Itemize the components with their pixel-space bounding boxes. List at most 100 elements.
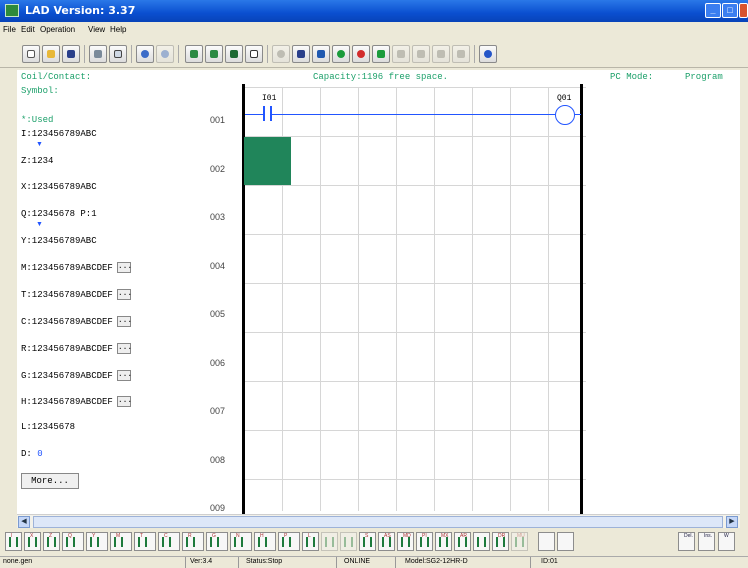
clock-button[interactable] (432, 45, 450, 63)
device-row-q: Q:12345678 P:1 (21, 209, 97, 219)
status-model: Model:SG2-12HR-D (405, 558, 468, 565)
palette-func-md[interactable]: MD (397, 532, 414, 551)
palette-coil-y[interactable]: Y (86, 532, 108, 551)
palette-write[interactable]: W (718, 532, 735, 551)
settings-icon[interactable] (272, 45, 290, 63)
connect-button[interactable] (312, 45, 330, 63)
compare-button[interactable] (412, 45, 430, 63)
palette-func-s2[interactable] (473, 532, 490, 551)
palette-coil-c[interactable]: C (158, 532, 180, 551)
line-number: 008 (210, 455, 226, 465)
contact-left-bar[interactable] (263, 106, 265, 121)
menu-view[interactable]: View (88, 25, 105, 34)
palette-hline[interactable] (538, 532, 555, 551)
palette-letter: DR (498, 533, 506, 539)
line-number: 004 (210, 261, 226, 271)
app-icon (5, 4, 19, 17)
write-button[interactable] (392, 45, 410, 63)
stop-button[interactable] (352, 45, 370, 63)
menu-file[interactable]: File (3, 25, 16, 34)
device-row-g-text: G:123456789ABCDEF (21, 370, 113, 381)
palette-func-ar[interactable]: AR (454, 532, 471, 551)
redo-button[interactable] (156, 45, 174, 63)
read-button[interactable] (372, 45, 390, 63)
device-row-c: C:123456789ABCDEF... (21, 316, 132, 327)
palette-coil-h[interactable]: H (254, 532, 276, 551)
more-button[interactable]: More... (21, 473, 79, 489)
new-file-button[interactable] (22, 45, 40, 63)
window-title: LAD Version: 3.37 (25, 4, 136, 17)
more-c-button[interactable]: ... (116, 316, 132, 327)
run-button[interactable] (332, 45, 350, 63)
open-file-button[interactable] (42, 45, 60, 63)
more-h-button[interactable]: ... (116, 396, 132, 407)
palette-insert-label: Ins. (704, 533, 713, 539)
print-button[interactable] (89, 45, 107, 63)
palette-func-pi[interactable]: PI (416, 532, 433, 551)
menu-help[interactable]: Help (110, 25, 126, 34)
horizontal-scrollbar[interactable]: ◀ ▶ (17, 514, 740, 528)
undo-button[interactable] (136, 45, 154, 63)
scroll-right-icon[interactable]: ▶ (726, 516, 738, 528)
palette-letter: Z (49, 533, 53, 539)
monitor-button[interactable] (292, 45, 310, 63)
more-g-button[interactable]: ... (116, 370, 132, 381)
marker-arrow-icon: ▼ (36, 221, 43, 228)
palette-insert[interactable]: Ins. (698, 532, 715, 551)
menu-operation[interactable]: Operation (40, 25, 75, 34)
palette-letter: L (308, 533, 311, 539)
palette-coil-l[interactable]: L (302, 532, 319, 551)
menu-edit[interactable]: Edit (21, 25, 35, 34)
rung-wire (272, 114, 555, 115)
palette-disabled-1[interactable] (321, 532, 338, 551)
line-number: 001 (210, 115, 226, 125)
device-row-t: T:123456789ABCDEF... (21, 289, 132, 300)
palette-contact-x[interactable]: X (24, 532, 41, 551)
palette-coil-g[interactable]: G (206, 532, 228, 551)
help-icon[interactable] (479, 45, 497, 63)
palette-delete[interactable]: Del. (678, 532, 695, 551)
function-view-button[interactable] (225, 45, 243, 63)
fbd-view-button[interactable] (205, 45, 223, 63)
edit-cursor[interactable] (244, 137, 291, 185)
ladder-view-button[interactable] (185, 45, 203, 63)
palette-letter: MD (403, 533, 411, 539)
palette-delete-label: Del. (684, 533, 693, 539)
palette-coil-m[interactable]: M (110, 532, 132, 551)
more-r-button[interactable]: ... (116, 343, 132, 354)
scroll-left-icon[interactable]: ◀ (18, 516, 30, 528)
save-button[interactable] (62, 45, 80, 63)
palette-letter: X (30, 533, 34, 539)
palette-vline[interactable] (557, 532, 574, 551)
palette-letter: Q (68, 533, 72, 539)
ladder-grid[interactable] (244, 87, 586, 511)
more-m-button[interactable]: ... (116, 262, 132, 273)
palette-coil-p[interactable]: P (278, 532, 300, 551)
palette-coil-n[interactable]: N (230, 532, 252, 551)
more-t-button[interactable]: ... (116, 289, 132, 300)
palette-func-dr[interactable]: DR (492, 532, 509, 551)
palette-func-as[interactable]: AS (378, 532, 395, 551)
device-row-d: D: 0 (21, 449, 43, 459)
maximize-button[interactable]: □ (722, 3, 738, 18)
pc-mode-label: PC Mode: (610, 72, 654, 82)
coil-icon[interactable] (555, 105, 575, 125)
device-row-t-text: T:123456789ABCDEF (21, 289, 113, 300)
device-row-r: R:123456789ABCDEF... (21, 343, 132, 354)
palette-func-mu[interactable]: MU (511, 532, 528, 551)
palette-coil-q[interactable]: Q (62, 532, 84, 551)
device-row-z: Z:1234 (21, 156, 54, 166)
palette-contact-i[interactable]: I (5, 532, 22, 551)
preview-button[interactable] (109, 45, 127, 63)
scroll-thumb[interactable] (33, 516, 723, 528)
palette-contact-z[interactable]: Z (43, 532, 60, 551)
minimize-button[interactable]: _ (705, 3, 721, 18)
password-button[interactable] (452, 45, 470, 63)
palette-disabled-2[interactable] (340, 532, 357, 551)
palette-func-s[interactable]: S (359, 532, 376, 551)
palette-coil-t[interactable]: T (134, 532, 156, 551)
palette-coil-r[interactable]: R (182, 532, 204, 551)
close-button[interactable] (739, 3, 748, 18)
palette-func-mx[interactable]: MX (435, 532, 452, 551)
text-view-button[interactable] (245, 45, 263, 63)
